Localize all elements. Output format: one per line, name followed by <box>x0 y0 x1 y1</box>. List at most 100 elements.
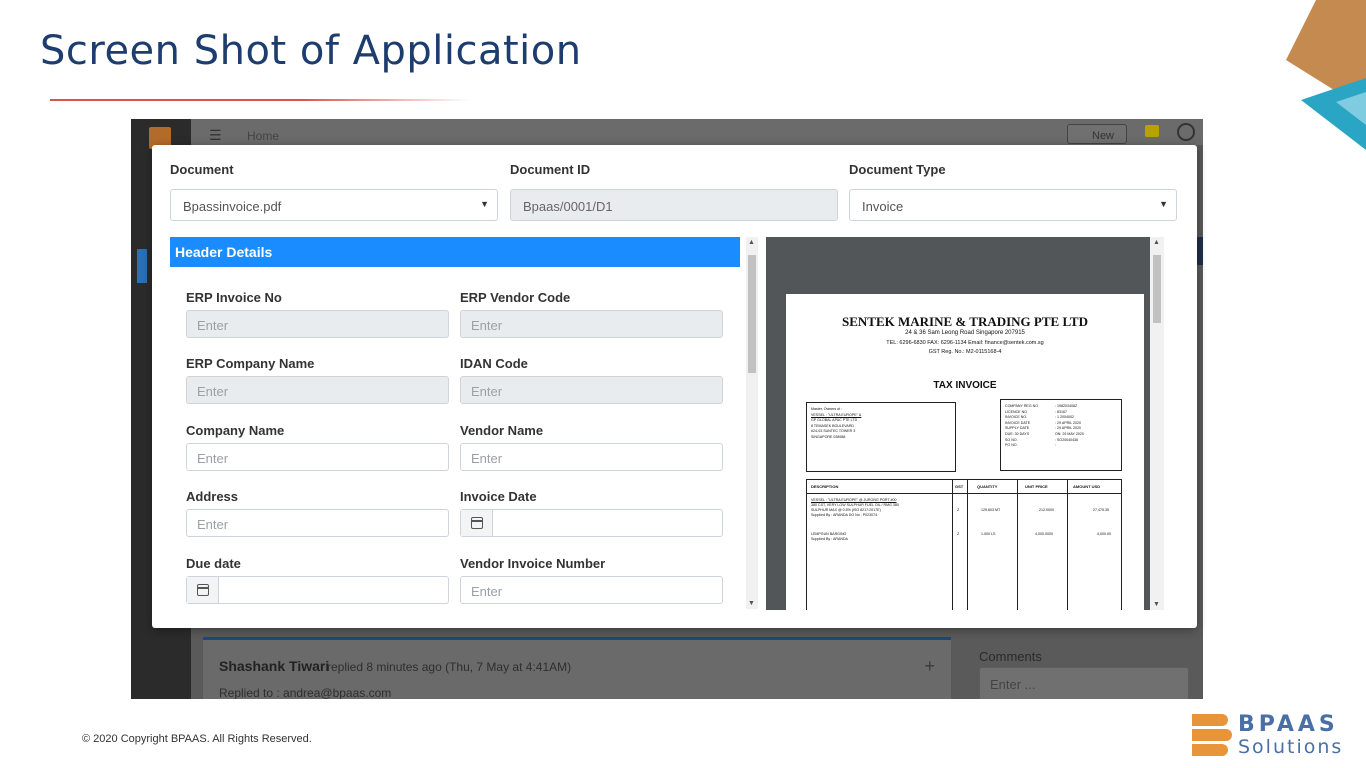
calendar-icon <box>197 584 209 596</box>
items-header-cell: UNIT PRICE <box>1025 484 1048 489</box>
erp-vendor-code-input[interactable]: Enter <box>460 310 723 338</box>
document-type-select[interactable]: Invoice ▼ <box>849 189 1177 221</box>
notification-badge[interactable] <box>1145 125 1159 137</box>
header-details-title: Header Details <box>170 237 740 267</box>
meta-row: PO NO.: <box>1005 443 1117 449</box>
meta-value: : <box>1055 443 1056 448</box>
reply-to: Replied to : andrea@bpaas.com <box>219 686 392 699</box>
item-qty: 129.603 MT <box>981 508 1001 512</box>
document-type-label: Document Type <box>849 162 946 177</box>
brand-mark-icon <box>1192 714 1232 758</box>
due-date-input[interactable] <box>186 576 449 604</box>
items-header-cell: QUANTITY <box>977 484 998 489</box>
scroll-up-icon[interactable]: ▲ <box>748 239 755 246</box>
scroll-up-icon[interactable]: ▲ <box>1153 239 1160 246</box>
erp-company-name-label: ERP Company Name <box>186 356 315 371</box>
scroll-down-icon[interactable]: ▼ <box>1153 601 1160 608</box>
address-field: Address Enter <box>186 489 449 537</box>
invoice-company-name: SENTEK MARINE & TRADING PTE LTD <box>842 314 1088 329</box>
bill-to-line: SINGAPORE 038988 <box>811 434 846 439</box>
erp-invoice-no-input[interactable]: Enter <box>186 310 449 338</box>
reply-time: replied 8 minutes ago (Thu, 7 May at 4:4… <box>327 660 572 674</box>
document-select-value: Bpassinvoice.pdf <box>183 199 282 214</box>
document-type-field: Document Type Invoice ▼ <box>849 162 1177 221</box>
company-name-input[interactable]: Enter <box>186 443 449 471</box>
menu-icon[interactable]: ☰ <box>209 127 222 144</box>
comments-input[interactable]: Enter ... <box>979 667 1189 699</box>
brand-name: BPAAS <box>1238 712 1339 737</box>
breadcrumb-home[interactable]: Home <box>247 129 279 143</box>
app-topbar: ☰ Home New <box>191 119 1203 145</box>
vendor-name-field: Vendor Name Enter <box>460 423 723 471</box>
invoice-contact: TEL: 6296-6830 FAX: 6296-1134 Email: fin… <box>886 340 1044 346</box>
erp-invoice-no-field: ERP Invoice No Enter <box>186 290 449 338</box>
expand-icon[interactable]: + <box>924 656 935 677</box>
calendar-icon <box>471 517 483 529</box>
scroll-down-icon[interactable]: ▼ <box>748 600 755 607</box>
vendor-name-label: Vendor Name <box>460 423 544 438</box>
address-label: Address <box>186 489 239 504</box>
vendor-name-input[interactable]: Enter <box>460 443 723 471</box>
help-icon[interactable] <box>1177 123 1195 141</box>
comments-label: Comments <box>979 649 1042 664</box>
document-id-input[interactable]: Bpaas/0001/D1 <box>510 189 838 221</box>
brand-tagline: Solutions <box>1238 736 1344 758</box>
invoice-items-table: DESCRIPTION GST QUANTITY UNIT PRICE AMOU… <box>806 479 1122 610</box>
document-label: Document <box>170 162 234 177</box>
chevron-down-icon: ▼ <box>480 199 489 209</box>
invoice-date-input[interactable] <box>460 509 723 537</box>
item-price: 4,000.0000 <box>1035 532 1053 536</box>
item-desc-line: Supplied By : ARANDA DO No : P023074 <box>811 513 878 517</box>
erp-company-name-field: ERP Company Name Enter <box>186 356 449 404</box>
corner-decoration <box>1286 0 1366 150</box>
invoice-preview: SENTEK MARINE & TRADING PTE LTD 24 & 36 … <box>766 237 1164 610</box>
new-button[interactable]: New <box>1067 124 1127 144</box>
form-scrollbar[interactable]: ▲ ▼ <box>746 237 758 609</box>
address-input[interactable]: Enter <box>186 509 449 537</box>
idan-code-input[interactable]: Enter <box>460 376 723 404</box>
chevron-down-icon: ▼ <box>1159 199 1168 209</box>
table-divider <box>952 480 953 610</box>
erp-company-name-input[interactable]: Enter <box>186 376 449 404</box>
meta-key: PO NO. <box>1005 443 1018 448</box>
due-date-label: Due date <box>186 556 241 571</box>
invoice-title: TAX INVOICE <box>933 380 997 391</box>
erp-vendor-code-field: ERP Vendor Code Enter <box>460 290 723 338</box>
calendar-button[interactable] <box>187 577 219 603</box>
invoice-date-field: Invoice Date <box>460 489 723 537</box>
due-date-field: Due date <box>186 556 449 604</box>
document-select[interactable]: Bpassinvoice.pdf ▼ <box>170 189 498 221</box>
item-gst: Z <box>957 508 960 512</box>
items-header-cell: DESCRIPTION <box>811 484 839 489</box>
items-header-cell: AMOUNT USD <box>1073 484 1101 489</box>
item-desc: VESSEL : "ULTRA EUROPE" @ JURONG PORT #0… <box>811 498 951 518</box>
calendar-button[interactable] <box>461 510 493 536</box>
items-header-cell: GST <box>955 484 964 489</box>
invoice-bill-to: Master, Owners of : VESSEL : "ULTRA EURO… <box>806 402 956 472</box>
vendor-invoice-number-label: Vendor Invoice Number <box>460 556 606 571</box>
item-amount: 4,000.00 <box>1097 532 1111 536</box>
vendor-invoice-number-input[interactable]: Enter <box>460 576 723 604</box>
preview-scroll-thumb[interactable] <box>1153 255 1161 323</box>
form-scroll-thumb[interactable] <box>748 255 756 373</box>
invoice-gst: GST Reg. No.: M2-0115168-4 <box>928 349 1002 355</box>
company-name-label: Company Name <box>186 423 285 438</box>
preview-scrollbar[interactable]: ▲ ▼ <box>1150 237 1164 610</box>
item-desc: LEMPGUN BARGING Supplied By : ARANDA <box>811 532 951 542</box>
table-divider <box>1067 480 1068 610</box>
invoice-meta: COMPANY REG NO: 198203408Z LICENCE NO: 8… <box>1000 399 1122 471</box>
idan-code-field: IDAN Code Enter <box>460 356 723 404</box>
invoice-page: SENTEK MARINE & TRADING PTE LTD 24 & 36 … <box>786 294 1144 610</box>
invoice-address: 24 & 36 Sam Leong Road Singapore 207915 <box>905 330 1025 336</box>
erp-vendor-code-label: ERP Vendor Code <box>460 290 571 305</box>
background-accent-strip <box>1197 237 1203 265</box>
erp-invoice-no-label: ERP Invoice No <box>186 290 282 305</box>
copyright-text: © 2020 Copyright BPAAS. All Rights Reser… <box>82 733 312 745</box>
idan-code-label: IDAN Code <box>460 356 528 371</box>
item-gst: Z <box>957 532 960 536</box>
brand-logo: BPAAS Solutions <box>1192 712 1362 760</box>
items-header: DESCRIPTION GST QUANTITY UNIT PRICE AMOU… <box>807 480 1121 494</box>
invoice-date-label: Invoice Date <box>460 489 537 504</box>
document-modal: Document Bpassinvoice.pdf ▼ Document ID … <box>152 145 1197 628</box>
vendor-invoice-number-field: Vendor Invoice Number Enter <box>460 556 723 604</box>
